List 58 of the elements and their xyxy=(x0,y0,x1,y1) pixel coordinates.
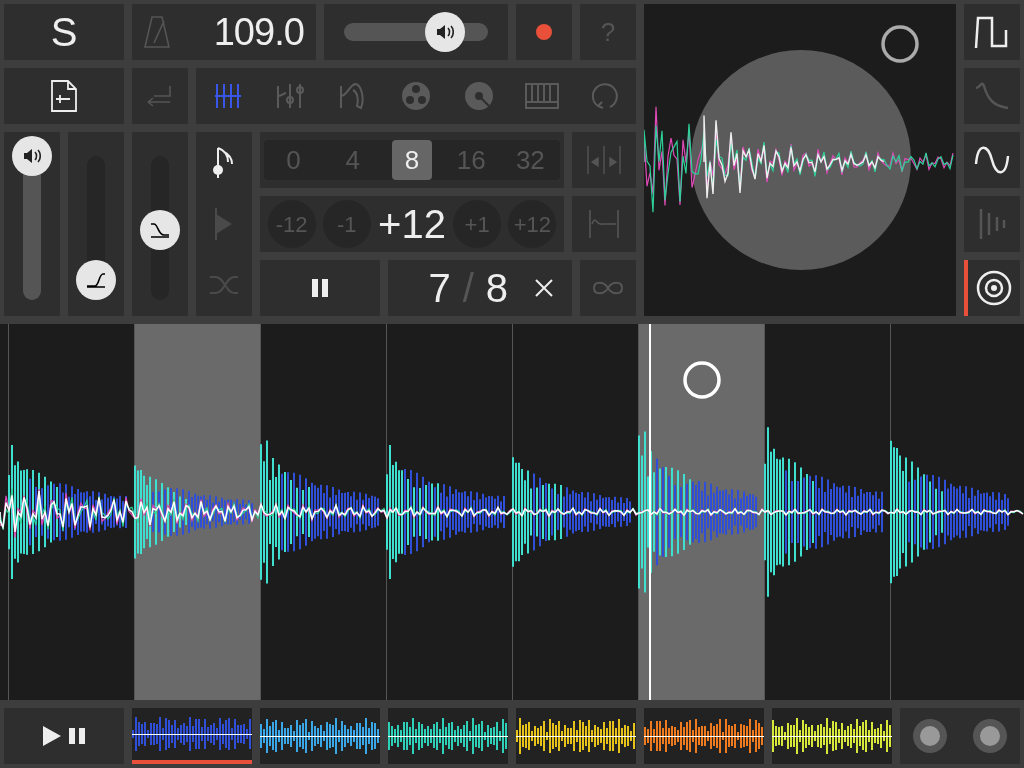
loop-separator: / xyxy=(462,268,474,308)
clip-waveform-icon xyxy=(132,714,252,754)
waveform-shape-button[interactable] xyxy=(964,4,1020,60)
release-curve-icon xyxy=(148,221,172,240)
reel-icon xyxy=(399,80,432,112)
clip-thumbnail[interactable] xyxy=(388,708,508,764)
pause-icon xyxy=(312,279,328,297)
logo-letter: S xyxy=(50,12,78,52)
volume-slider-thumb[interactable] xyxy=(425,12,466,52)
arrow-left-icon xyxy=(146,84,174,108)
logo-tile[interactable]: S xyxy=(4,4,124,60)
clip-waveform-icon xyxy=(260,716,380,756)
clip-waveform-icon xyxy=(644,716,764,756)
speaker-icon xyxy=(23,148,41,164)
clip-waveform-icon xyxy=(516,716,636,756)
pitch-value: +12 xyxy=(378,204,446,244)
loop-current: 7 xyxy=(428,268,451,308)
pause-button[interactable] xyxy=(260,260,380,316)
clip-waveform-icon xyxy=(388,716,508,756)
slider-thumb[interactable] xyxy=(12,136,52,176)
tempo-panel[interactable]: 109.0 xyxy=(132,4,316,60)
knob-button[interactable] xyxy=(913,719,947,753)
record-button[interactable] xyxy=(516,4,572,60)
step-option[interactable]: 8 xyxy=(391,140,432,180)
tempo-value: 109.0 xyxy=(213,13,304,51)
split-icon xyxy=(586,144,622,176)
help-button[interactable]: ? xyxy=(580,4,636,60)
infinity-icon xyxy=(590,279,626,297)
disc-icon xyxy=(462,80,495,112)
clip-thumbnail[interactable] xyxy=(644,708,764,764)
waveform-shape-button[interactable] xyxy=(964,132,1020,188)
file-button[interactable] xyxy=(4,68,124,124)
waveform-shape-button[interactable] xyxy=(964,260,1020,316)
play-pause-icon xyxy=(43,726,85,746)
trim-icon xyxy=(588,208,620,240)
speaker-icon xyxy=(436,24,455,40)
vertical-slider[interactable] xyxy=(12,136,52,300)
clip-thumbnail[interactable] xyxy=(260,708,380,764)
clip-thumbnail[interactable] xyxy=(132,708,252,764)
slider-thumb[interactable] xyxy=(140,210,180,251)
attack-curve-icon xyxy=(84,271,108,289)
keyboard-icon xyxy=(524,83,559,109)
target-icon xyxy=(976,270,1012,306)
play-pause-button[interactable] xyxy=(4,708,124,764)
close-icon xyxy=(535,279,553,297)
clip-thumbnail[interactable] xyxy=(772,708,892,764)
circle-icon[interactable] xyxy=(880,24,920,64)
record-icon xyxy=(536,24,552,40)
bars-icon xyxy=(977,207,1007,241)
square-wave-icon xyxy=(974,14,1010,50)
document-icon xyxy=(50,79,78,113)
slider-thumb[interactable] xyxy=(76,260,116,300)
loop-total: 8 xyxy=(485,268,508,308)
volume-slider[interactable] xyxy=(344,12,488,52)
knob-button[interactable] xyxy=(973,719,1007,753)
clip-waveform-icon xyxy=(772,716,892,756)
clip-thumbnail[interactable] xyxy=(516,708,636,764)
metronome-icon xyxy=(144,15,170,49)
